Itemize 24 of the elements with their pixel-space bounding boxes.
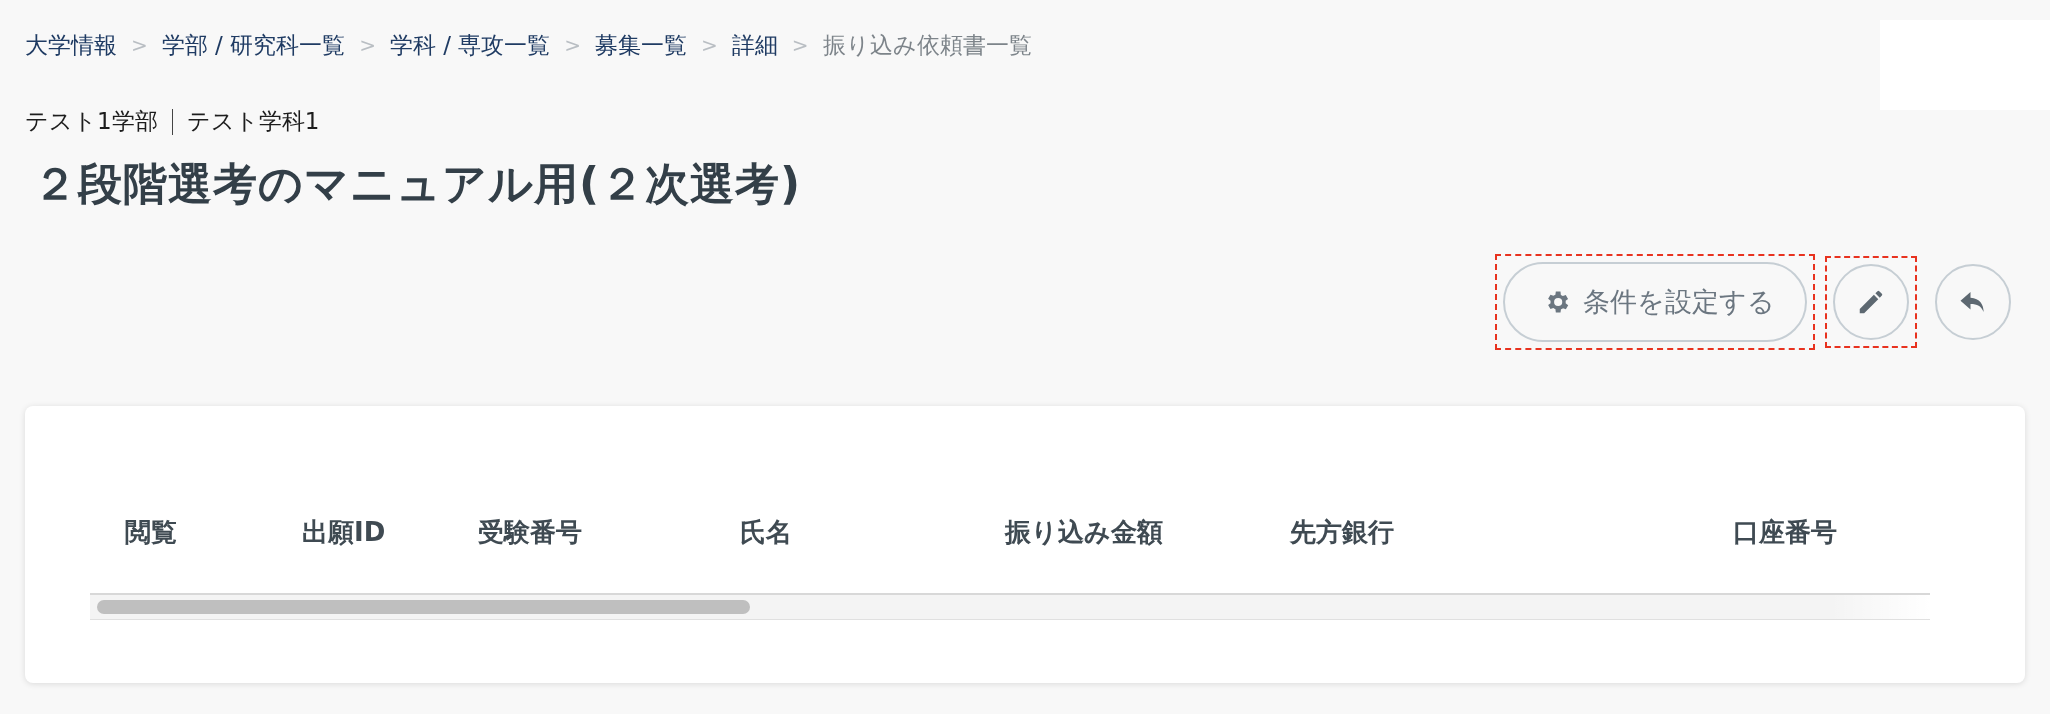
current-page-label: 振り込み依頼書一覧 xyxy=(822,30,1032,60)
breadcrumb-link[interactable]: 詳細 xyxy=(731,29,778,61)
breadcrumb-link[interactable]: 学部 / 研究科一覧 xyxy=(161,29,346,61)
breadcrumb-link[interactable]: 学科 / 専攻一覧 xyxy=(389,29,551,61)
breadcrumb-link[interactable]: 募集一覧 xyxy=(595,29,688,61)
column-header: 口座番号 xyxy=(1732,515,1838,549)
divider-line xyxy=(171,108,173,135)
breadcrumb-link[interactable]: 大学情報 xyxy=(25,29,117,61)
breadcrumb-separator: > xyxy=(791,33,809,57)
column-header: 振り込み金額 xyxy=(1003,515,1164,549)
page-title: ２段階選考のマニュアル用(２次選考) xyxy=(33,157,803,211)
horizontal-scrollbar[interactable] xyxy=(90,595,1930,620)
faculty-name: テスト1学部 xyxy=(25,107,158,136)
column-header: 受験番号 xyxy=(477,515,583,549)
column-header: 先方銀行 xyxy=(1289,515,1395,549)
breadcrumb-separator: > xyxy=(359,33,376,57)
column-header: 閲覧 xyxy=(124,515,178,549)
breadcrumb-separator: > xyxy=(564,33,582,57)
column-header: 氏名 xyxy=(739,515,793,549)
department-name: テスト学科1 xyxy=(186,107,320,136)
column-header: 出願ID xyxy=(301,515,387,549)
settings-button[interactable]: 条件を設定する xyxy=(1503,262,1807,342)
breadcrumb-separator: > xyxy=(701,33,718,57)
breadcrumb-separator: > xyxy=(131,33,148,57)
